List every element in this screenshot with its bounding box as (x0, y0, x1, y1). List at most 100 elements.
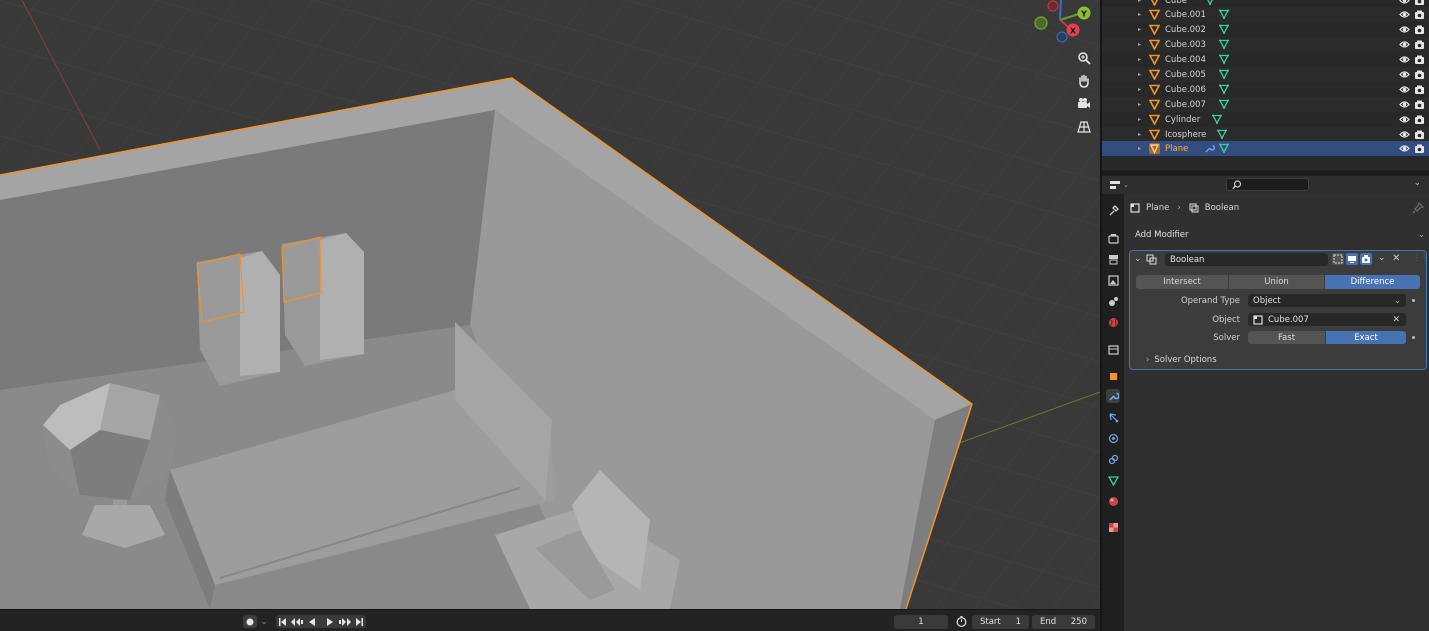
eye-icon[interactable] (1399, 0, 1410, 6)
outliner-item[interactable]: ▸ Cube.006 (1102, 82, 1429, 97)
expand-arrow-icon[interactable]: ▸ (1138, 11, 1141, 18)
record-button[interactable] (243, 615, 257, 628)
render-camera-icon[interactable] (1414, 143, 1425, 154)
expand-arrow-icon[interactable]: ▸ (1138, 145, 1141, 152)
modifier-menu-chevron[interactable]: ⌄ (1378, 253, 1386, 263)
wrench-icon[interactable] (1205, 143, 1215, 153)
outliner-item[interactable]: ▸ Cube.002 (1102, 22, 1429, 37)
header-options-chevron[interactable]: ⌄ (1413, 178, 1421, 188)
tab-collection[interactable] (1106, 342, 1120, 356)
render-camera-icon[interactable] (1414, 9, 1425, 20)
expand-arrow-icon[interactable]: ▸ (1138, 116, 1141, 123)
edit-mode-toggle[interactable] (1332, 253, 1344, 265)
remove-modifier-button[interactable]: ✕ (1392, 253, 1400, 264)
zoom-icon[interactable] (1074, 48, 1094, 68)
outliner-item[interactable]: ▸ Cylinder (1102, 112, 1429, 127)
expand-arrow-icon[interactable]: ▸ (1138, 86, 1141, 93)
render-camera-icon[interactable] (1414, 129, 1425, 140)
tab-constraints[interactable] (1106, 452, 1120, 466)
eye-icon[interactable] (1399, 39, 1410, 50)
mesh-data-icon[interactable] (1217, 129, 1227, 139)
eye-icon[interactable] (1399, 99, 1410, 110)
mesh-data-icon[interactable] (1219, 69, 1229, 79)
mesh-data-icon[interactable] (1219, 24, 1229, 34)
eye-icon[interactable] (1399, 24, 1410, 35)
navigation-gizmo[interactable]: Y X (1030, 0, 1100, 45)
expand-arrow-icon[interactable]: ▸ (1138, 0, 1141, 4)
tab-object[interactable] (1106, 369, 1120, 383)
solver-options-subpanel[interactable]: › Solver Options (1146, 355, 1217, 365)
outliner-item[interactable]: ▸ Cube.003 (1102, 37, 1429, 52)
solver-exact[interactable]: Exact (1326, 331, 1406, 344)
properties-search-input[interactable] (1226, 178, 1309, 191)
grid-perspective-icon[interactable] (1074, 117, 1094, 137)
scene-render[interactable] (0, 0, 1100, 609)
mesh-data-icon[interactable] (1219, 143, 1229, 153)
mesh-data-icon[interactable] (1219, 84, 1229, 94)
operand-type-select[interactable]: Object ⌄ (1248, 294, 1406, 307)
render-camera-icon[interactable] (1414, 39, 1425, 50)
tab-particles[interactable] (1106, 410, 1120, 424)
render-toggle[interactable] (1360, 253, 1372, 265)
expand-arrow-icon[interactable]: ▸ (1138, 101, 1141, 108)
render-camera-icon[interactable] (1414, 0, 1425, 6)
mesh-data-icon[interactable] (1219, 99, 1229, 109)
render-camera-icon[interactable] (1414, 54, 1425, 65)
expand-arrow-icon[interactable]: ▸ (1138, 56, 1141, 63)
modifier-name-input[interactable]: Boolean (1165, 253, 1328, 266)
outliner-item[interactable]: ▸ Cube.004 (1102, 52, 1429, 67)
start-frame-field[interactable]: Start 1 (972, 615, 1029, 629)
tab-physics[interactable] (1106, 431, 1120, 445)
object-picker[interactable]: Cube.007 ✕ (1248, 313, 1406, 326)
outliner-item[interactable]: ▸ Icosphere (1102, 127, 1429, 142)
animate-property-dot[interactable] (1412, 299, 1415, 302)
collapse-chevron-icon[interactable]: ⌄ (1134, 254, 1142, 264)
mesh-data-icon[interactable] (1219, 9, 1229, 19)
eye-icon[interactable] (1399, 143, 1410, 154)
camera-icon[interactable] (1074, 94, 1094, 114)
render-camera-icon[interactable] (1414, 84, 1425, 95)
tab-render[interactable] (1106, 231, 1120, 245)
expand-arrow-icon[interactable]: ▸ (1138, 131, 1141, 138)
tab-scene[interactable] (1106, 294, 1120, 308)
render-camera-icon[interactable] (1414, 24, 1425, 35)
render-camera-icon[interactable] (1414, 114, 1425, 125)
clear-icon[interactable]: ✕ (1392, 315, 1400, 325)
operation-intersect[interactable]: Intersect (1136, 275, 1228, 289)
tab-world[interactable] (1106, 315, 1120, 329)
mesh-data-icon[interactable] (1205, 0, 1215, 5)
3d-viewport[interactable]: Y X (0, 0, 1100, 609)
outliner-item[interactable]: ▸ Cube.005 (1102, 67, 1429, 82)
tab-view-layer[interactable] (1106, 273, 1120, 287)
mesh-data-icon[interactable] (1219, 54, 1229, 64)
tab-material[interactable] (1106, 494, 1120, 508)
add-modifier-dropdown[interactable]: Add Modifier ⌄ (1130, 228, 1428, 242)
eye-icon[interactable] (1399, 114, 1410, 125)
eye-icon[interactable] (1399, 129, 1410, 140)
preview-range-button[interactable] (953, 615, 969, 628)
expand-arrow-icon[interactable]: ▸ (1138, 71, 1141, 78)
mesh-data-icon[interactable] (1212, 114, 1222, 124)
tab-modifiers[interactable] (1106, 389, 1120, 403)
eye-icon[interactable] (1399, 9, 1410, 20)
editor-type-button[interactable]: ⌄ (1110, 179, 1130, 191)
outliner-item[interactable]: ▸ Cube.007 (1102, 97, 1429, 112)
viewport-display-toggle[interactable] (1346, 253, 1358, 265)
tab-tool[interactable] (1106, 203, 1120, 217)
render-camera-icon[interactable] (1414, 69, 1425, 80)
solver-fast[interactable]: Fast (1248, 331, 1325, 344)
end-frame-field[interactable]: End 250 (1032, 615, 1095, 629)
keying-dropdown[interactable]: ⌄ (259, 615, 269, 628)
tab-output[interactable] (1106, 252, 1120, 266)
eye-icon[interactable] (1399, 54, 1410, 65)
drag-handle-icon[interactable]: ⋮⋮ (1413, 253, 1429, 262)
eye-icon[interactable] (1399, 69, 1410, 80)
tab-texture[interactable] (1106, 520, 1120, 534)
mesh-data-icon[interactable] (1219, 39, 1229, 49)
current-frame-field[interactable]: 1 (894, 615, 948, 629)
outliner-item[interactable]: ▸ Plane (1102, 141, 1429, 156)
tab-data[interactable] (1106, 473, 1120, 487)
operation-difference[interactable]: Difference (1325, 275, 1420, 289)
operation-union[interactable]: Union (1229, 275, 1324, 289)
outliner-item[interactable]: ▸ Cube.001 (1102, 7, 1429, 22)
